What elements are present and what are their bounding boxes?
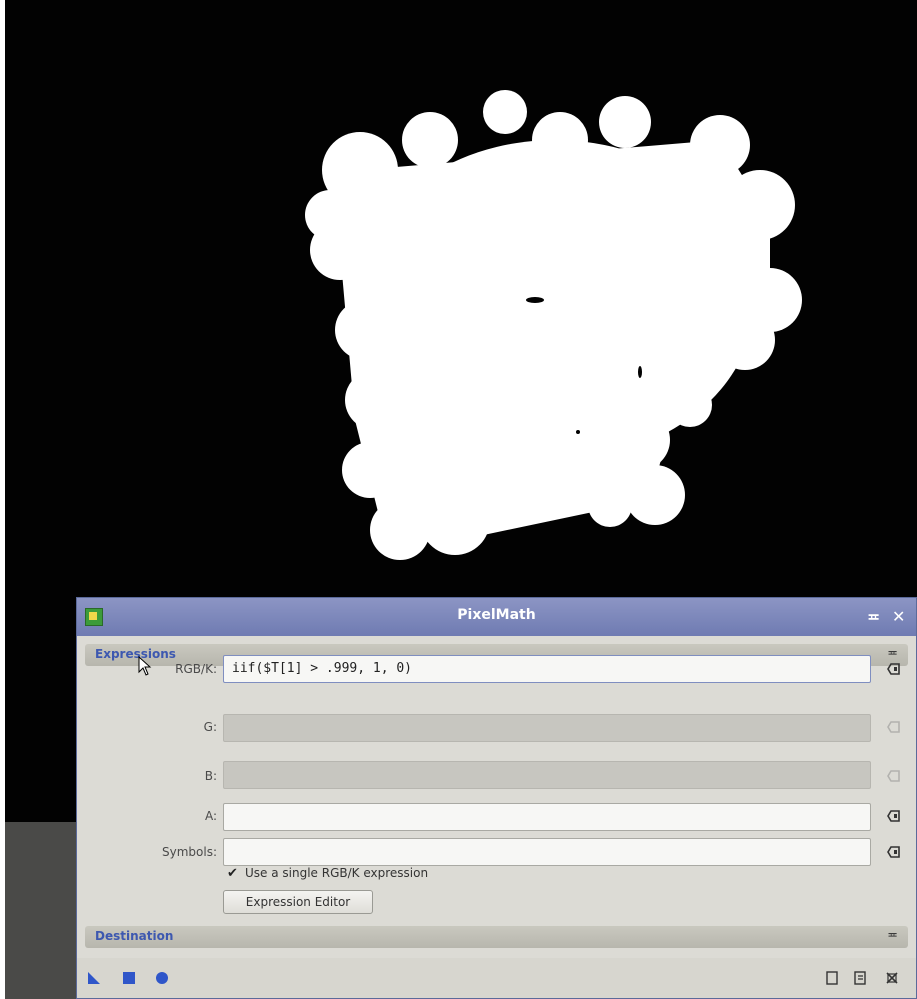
g-expression-input (223, 714, 871, 742)
destination-section-header[interactable]: Destination ≖ (85, 926, 908, 948)
pixelmath-dialog: PixelMath ≖ ✕ Expressions ≖ RGB/K: iif($… (76, 597, 917, 999)
close-button[interactable]: ✕ (892, 607, 905, 626)
b-label: B: (204, 769, 217, 783)
preview-icon[interactable] (825, 970, 839, 985)
dialog-titlebar[interactable]: PixelMath ≖ ✕ (77, 598, 916, 636)
apply-icon[interactable] (122, 970, 136, 984)
apply-global-icon[interactable] (155, 970, 169, 984)
single-expression-label[interactable]: Use a single RGB/K expression (245, 866, 428, 880)
a-label: A: (204, 809, 217, 823)
expression-editor-button[interactable]: Expression Editor (223, 890, 373, 914)
collapse-icon[interactable]: ≖ (887, 928, 898, 943)
single-expression-checkbox[interactable]: ✔ (227, 867, 239, 880)
collapse-icon[interactable]: ≖ (887, 646, 898, 661)
destination-section-title: Destination (95, 929, 174, 943)
symbols-input[interactable] (223, 838, 871, 866)
edit-expression-icon[interactable] (887, 809, 901, 823)
b-expression-input (223, 761, 871, 789)
edit-expression-icon[interactable] (887, 662, 901, 676)
mouse-cursor-icon (138, 655, 152, 676)
new-instance-icon[interactable] (87, 970, 101, 984)
process-toolbar (77, 958, 916, 998)
a-expression-input[interactable] (223, 803, 871, 831)
reset-icon[interactable] (885, 970, 899, 984)
rgbk-label: RGB/K: (175, 662, 217, 676)
symbols-label: Symbols: (162, 845, 217, 859)
rgbk-expression-input[interactable]: iif($T[1] > .999, 1, 0) (223, 655, 871, 683)
expressions-section-title: Expressions (95, 647, 176, 661)
pin-button[interactable]: ≖ (867, 607, 880, 626)
dialog-title: PixelMath (457, 607, 536, 623)
edit-symbols-icon[interactable] (887, 845, 901, 859)
browse-documentation-icon[interactable] (853, 970, 867, 985)
edit-expression-icon (887, 769, 901, 783)
desktop-background (5, 822, 77, 999)
edit-expression-icon (887, 720, 901, 734)
g-label: G: (203, 720, 217, 734)
